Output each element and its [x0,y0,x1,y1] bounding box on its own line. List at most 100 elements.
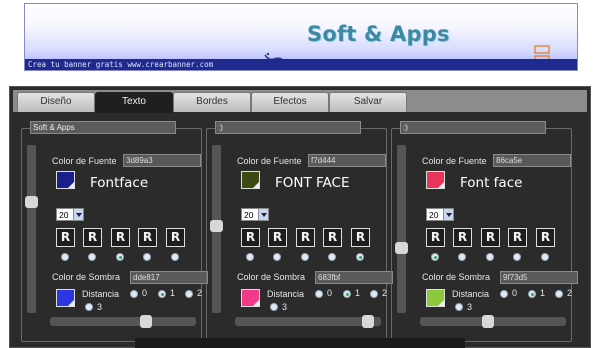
font-color-hex[interactable]: f7d444 [308,154,386,167]
distance-radio-1[interactable] [343,290,351,298]
shadow-color-swatch[interactable] [56,289,75,307]
distance-option-label: 0 [512,288,518,298]
font-size-select[interactable]: 20 [426,208,454,221]
style-radio-1[interactable] [246,253,254,261]
font-size-select[interactable]: 20 [56,208,84,221]
tab-texto[interactable]: Texto [95,92,173,113]
text-input[interactable]: :) [400,121,546,134]
distance-option-label: 0 [327,288,333,298]
style-radio-3[interactable] [301,253,309,261]
style-button-1[interactable]: R [241,228,260,247]
style-radio-4[interactable] [143,253,151,261]
style-radio-5[interactable] [171,253,179,261]
style-button-5[interactable]: R [351,228,370,247]
style-button-4[interactable]: R [323,228,342,247]
style-button-2[interactable]: R [268,228,287,247]
style-radio-1[interactable] [61,253,69,261]
shadow-color-hex[interactable]: dde817 [130,271,208,284]
text-input[interactable]: :) [215,121,361,134]
shadow-hslider[interactable] [420,315,566,328]
vslider-thumb[interactable] [395,241,408,254]
style-button-2[interactable]: R [83,228,102,247]
style-radio-5[interactable] [356,253,364,261]
tab-efectos[interactable]: Efectos [251,92,329,112]
style-button-1[interactable]: R [426,228,445,247]
shadow-color-swatch[interactable] [426,289,445,307]
style-button-4[interactable]: R [508,228,527,247]
font-color-hex[interactable]: 3d89a3 [123,154,201,167]
distance-radio-3[interactable] [85,303,93,311]
hslider-thumb[interactable] [362,315,375,328]
shadow-hslider[interactable] [50,315,196,328]
distance-radio-3[interactable] [455,303,463,311]
distance-option-label: 1 [540,288,546,298]
text-input[interactable]: Soft & Apps [30,121,176,134]
tab-bar: Diseño Texto Bordes Efectos Salvar [13,90,587,113]
shadow-color-hex[interactable]: 9f73d5 [500,271,578,284]
style-radio-3[interactable] [116,253,124,261]
font-color-swatch[interactable] [241,171,260,189]
shadow-color-label: Color de Sombra [422,272,491,282]
font-size-vslider[interactable] [25,145,38,313]
font-size-vslider[interactable] [395,145,408,313]
distance-label: Distancia [267,289,305,299]
distance-option-label: 0 [142,288,148,298]
distance-option-label: 1 [170,288,176,298]
distance-label: Distancia [452,289,490,299]
style-radio-5[interactable] [541,253,549,261]
style-radio-4[interactable] [513,253,521,261]
distance-radio-1[interactable] [528,290,536,298]
tab-bordes[interactable]: Bordes [173,92,251,112]
distance-radio-3[interactable] [270,303,278,311]
font-size-select[interactable]: 20 [241,208,269,221]
font-color-label: Color de Fuente [422,156,487,166]
banner-footer: Crea tu banner gratis www.crearbanner.co… [25,59,577,70]
font-color-swatch[interactable] [56,171,75,189]
style-radio-1[interactable] [431,253,439,261]
font-size-vslider[interactable] [210,145,223,313]
distance-radio-0[interactable] [130,290,138,298]
style-button-3[interactable]: R [111,228,130,247]
distance-radio-2[interactable] [370,290,378,298]
font-color-swatch[interactable] [426,171,445,189]
vslider-thumb[interactable] [25,196,38,209]
shadow-hslider[interactable] [235,315,381,328]
distance-radio-1[interactable] [158,290,166,298]
distance-option-label: 2 [197,288,203,298]
style-button-5[interactable]: R [536,228,555,247]
vslider-thumb[interactable] [210,219,223,232]
shadow-color-hex[interactable]: 683fbf [315,271,393,284]
font-preview: FONT FACE [275,175,350,191]
distance-radio-0[interactable] [500,290,508,298]
style-radio-3[interactable] [486,253,494,261]
chevron-down-icon [73,209,83,220]
font-size-value: 20 [429,210,439,220]
distance-radio-2[interactable] [185,290,193,298]
distance-radio-0[interactable] [315,290,323,298]
tab-salvar[interactable]: Salvar [329,92,407,112]
distance-option-label: 2 [382,288,388,298]
style-radio-2[interactable] [458,253,466,261]
distance-option-label: 3 [282,302,288,312]
distance-option-label: 2 [567,288,573,298]
style-radio-2[interactable] [273,253,281,261]
font-color-hex[interactable]: 86ca5e [493,154,571,167]
distance-option-label: 3 [467,302,473,312]
distance-radio-2[interactable] [555,290,563,298]
hslider-thumb[interactable] [481,315,494,328]
hslider-thumb[interactable] [139,315,152,328]
style-button-2[interactable]: R [453,228,472,247]
style-radio-2[interactable] [88,253,96,261]
shadow-color-swatch[interactable] [241,289,260,307]
tab-diseno[interactable]: Diseño [17,92,95,112]
style-radio-4[interactable] [328,253,336,261]
distance-label: Distancia [82,289,120,299]
style-button-1[interactable]: R [56,228,75,247]
style-button-5[interactable]: R [166,228,185,247]
distance-option-label: 1 [355,288,361,298]
font-size-value: 20 [244,210,254,220]
chevron-down-icon [443,209,453,220]
style-button-3[interactable]: R [481,228,500,247]
style-button-4[interactable]: R [138,228,157,247]
style-button-3[interactable]: R [296,228,315,247]
